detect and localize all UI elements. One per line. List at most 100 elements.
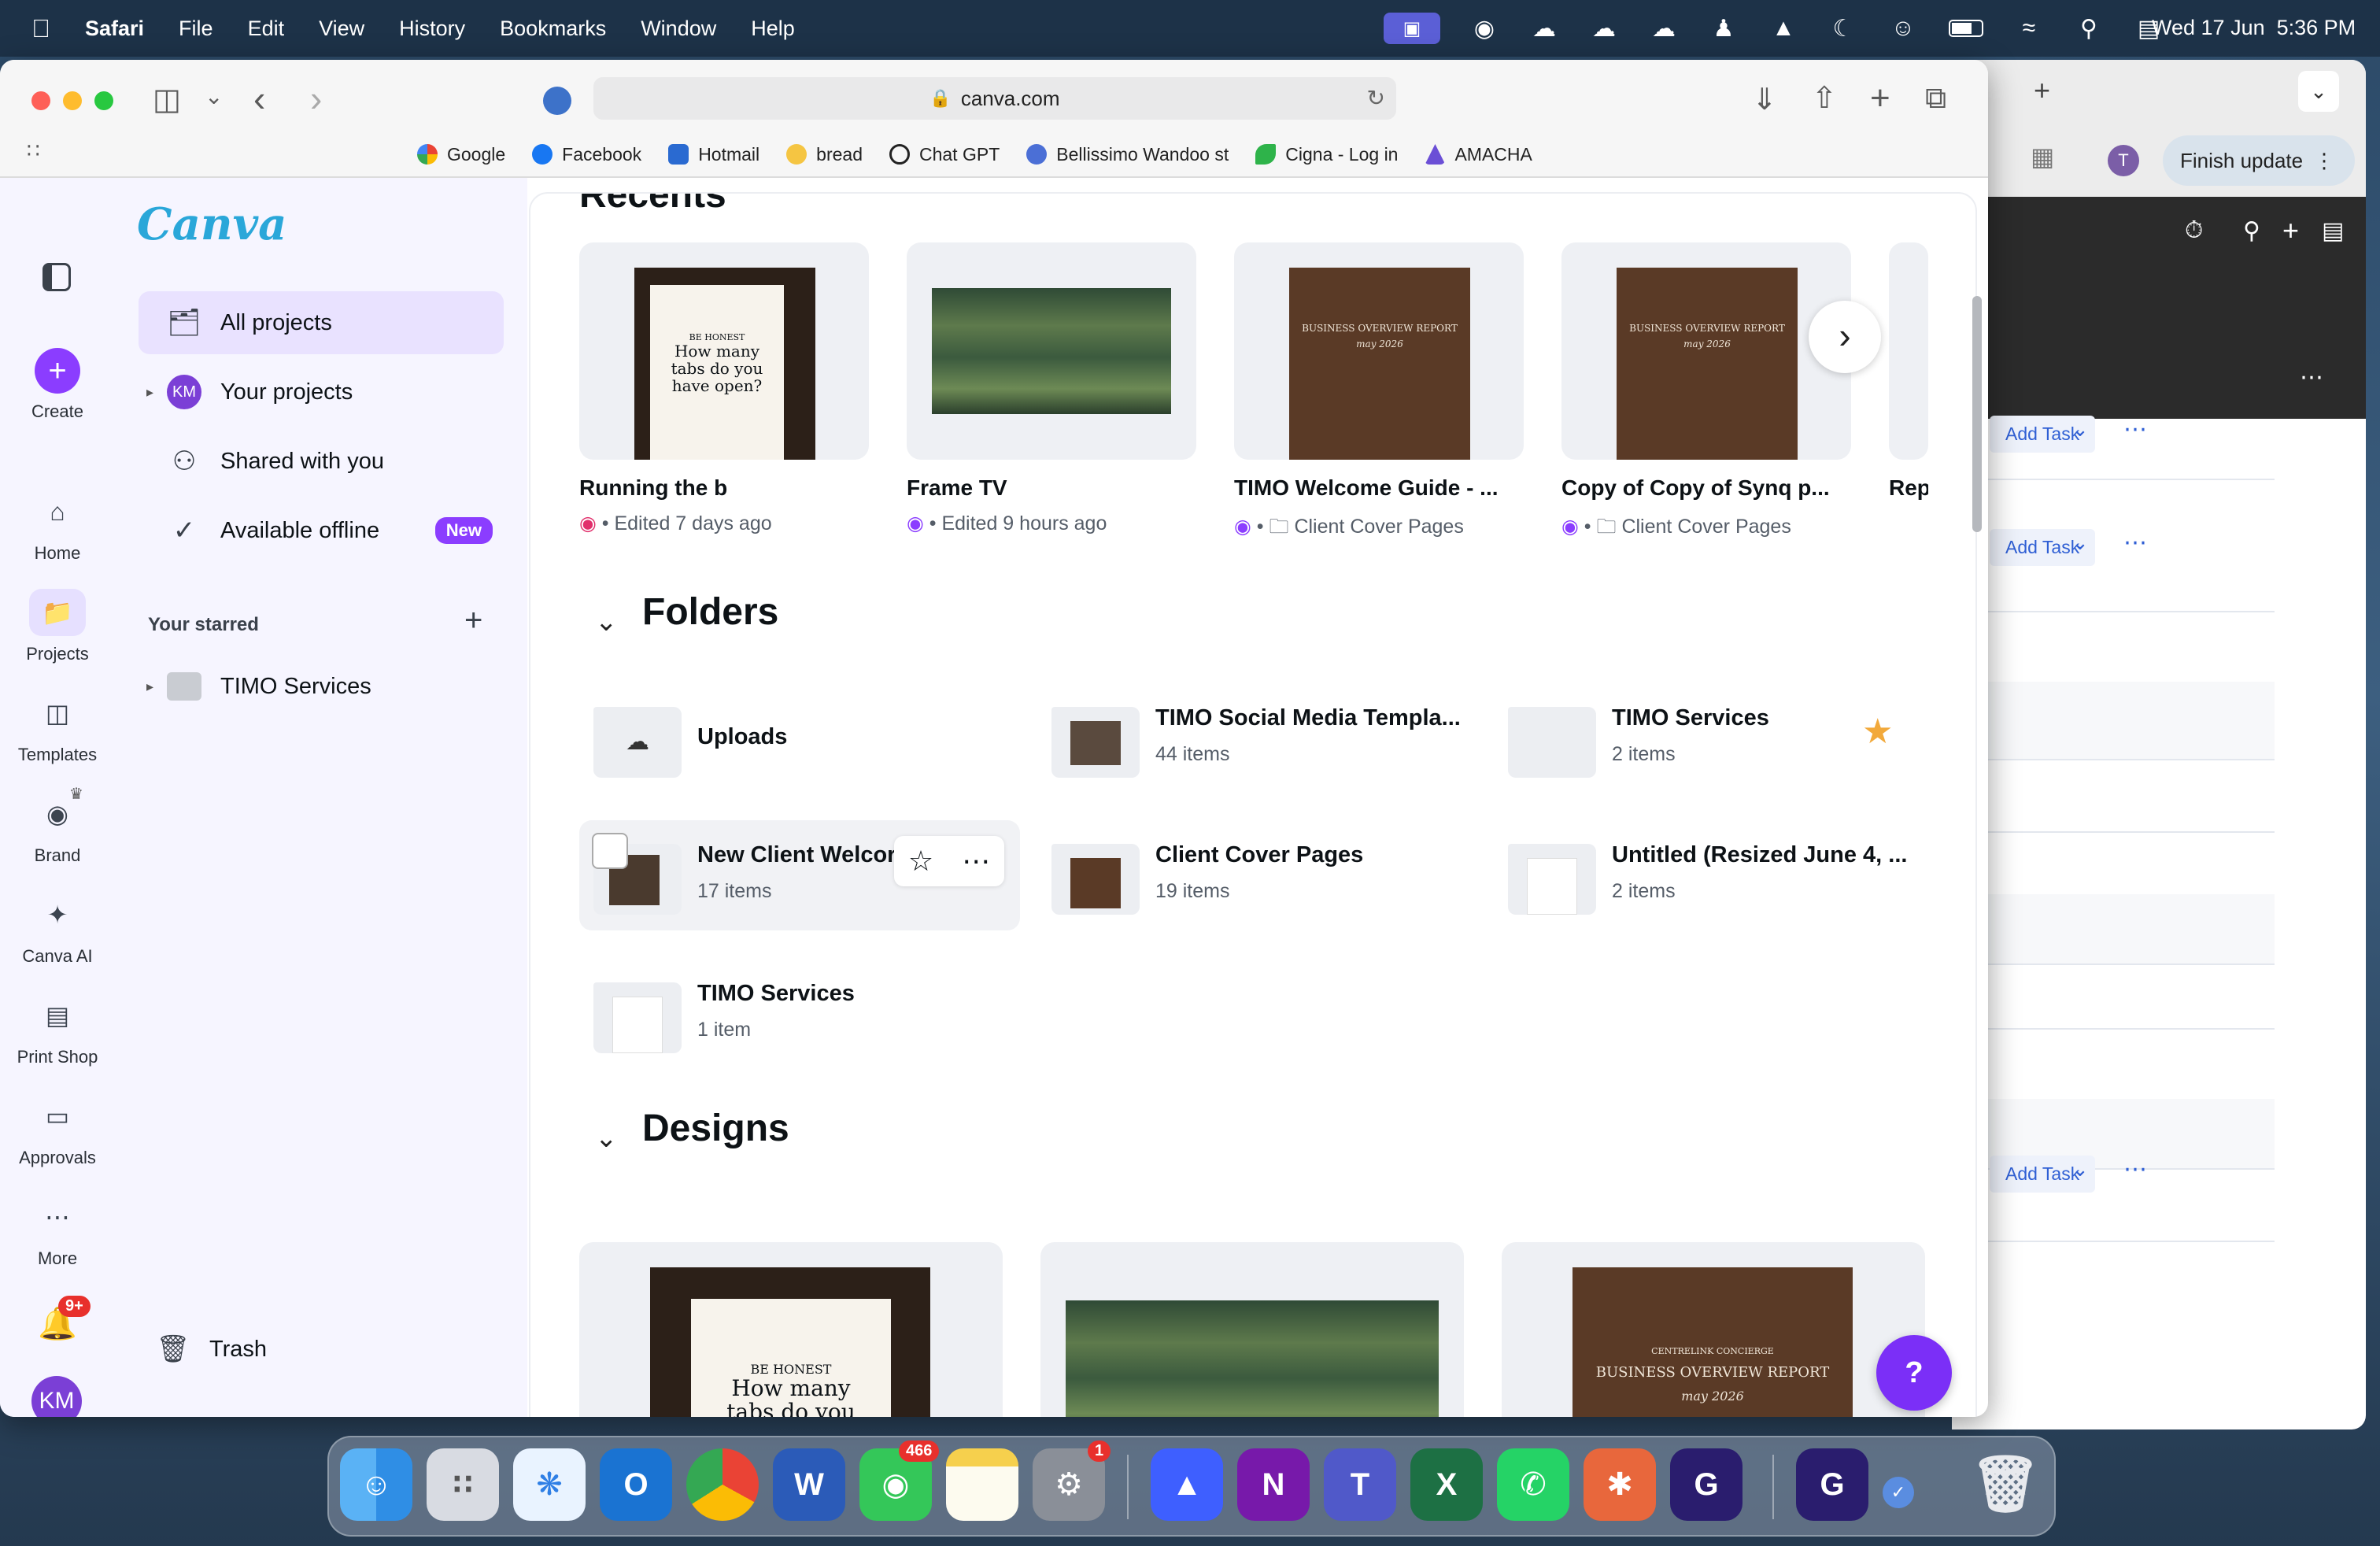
- expand-arrow-icon[interactable]: ▸: [146, 679, 153, 695]
- collapse-designs-icon[interactable]: ⌄: [595, 1123, 618, 1154]
- notes-icon[interactable]: [946, 1448, 1018, 1521]
- teams-status-icon[interactable]: ♟: [1708, 13, 1739, 44]
- folder-item[interactable]: Client Cover Pages 19 items: [1037, 820, 1478, 930]
- row-more-icon[interactable]: ⋯: [2123, 1156, 2147, 1183]
- recent-card[interactable]: BUSINESS OVERVIEW REPORT may 2026: [1561, 242, 1851, 460]
- recent-card[interactable]: BE HONEST How many tabs do you have open…: [579, 242, 869, 460]
- apple-icon[interactable]: : [31, 14, 50, 43]
- rail-canva-ai[interactable]: ✦ Canva AI: [0, 891, 115, 967]
- recent-card[interactable]: [907, 242, 1196, 460]
- canva-logo[interactable]: Canva: [137, 198, 286, 250]
- zoom-window-button[interactable]: [94, 91, 113, 110]
- folder-item[interactable]: TIMO Services 2 items ★: [1494, 683, 1935, 793]
- folder-item[interactable]: ☁ Uploads: [579, 683, 1020, 793]
- bookmark-google[interactable]: Google: [417, 144, 505, 165]
- new-tab-icon[interactable]: +: [1870, 79, 1890, 118]
- claude-icon[interactable]: ✱: [1584, 1448, 1656, 1521]
- teams-icon[interactable]: T: [1324, 1448, 1396, 1521]
- menu-file[interactable]: File: [179, 17, 213, 41]
- spotlight-icon[interactable]: ⚲: [2073, 13, 2105, 44]
- star-filled-icon[interactable]: ★: [1862, 712, 1893, 752]
- bookmark-bread[interactable]: bread: [786, 144, 863, 165]
- cloud-check-icon[interactable]: ☁: [1588, 13, 1620, 44]
- bg-tabs-chevron-icon[interactable]: ⌄: [2298, 71, 2339, 112]
- favorites-grid-icon[interactable]: ∷: [27, 139, 40, 163]
- help-button[interactable]: ?: [1876, 1335, 1952, 1411]
- safari-icon[interactable]: ❋: [513, 1448, 586, 1521]
- moon-icon[interactable]: ☾: [1828, 13, 1859, 44]
- finder-icon[interactable]: ☺: [340, 1448, 412, 1521]
- rail-print-shop[interactable]: ▤ Print Shop: [0, 992, 115, 1067]
- sidebar-offline[interactable]: ✓ Available offline New: [139, 499, 504, 562]
- bookmark-amacha[interactable]: AMACHA: [1425, 144, 1532, 165]
- battery-icon[interactable]: [1947, 13, 1985, 44]
- grammarly-icon[interactable]: G: [1670, 1448, 1743, 1521]
- nordvpn-icon[interactable]: ▲: [1768, 13, 1799, 44]
- select-checkbox[interactable]: [592, 833, 628, 869]
- downloads-icon[interactable]: ⇓: [1752, 82, 1777, 117]
- menu-bookmarks[interactable]: Bookmarks: [500, 17, 606, 41]
- menu-help[interactable]: Help: [751, 17, 795, 41]
- bookmark-hotmail[interactable]: Hotmail: [668, 144, 759, 165]
- menu-app-name[interactable]: Safari: [85, 17, 144, 41]
- design-card[interactable]: BE HONEST How many tabs do you have open…: [579, 1242, 1003, 1417]
- address-bar[interactable]: 🔒 canva.com ↻: [593, 77, 1396, 120]
- record-icon[interactable]: ◉: [1469, 13, 1500, 44]
- close-window-button[interactable]: [31, 91, 50, 110]
- recent-card[interactable]: [1889, 242, 1928, 460]
- folder-item[interactable]: TIMO Services 1 item: [579, 959, 1020, 1069]
- bg-more-icon[interactable]: ⋯: [2300, 364, 2323, 391]
- folder-item[interactable]: TIMO Social Media Templa... 44 items: [1037, 683, 1478, 793]
- sidebar-toggle-icon[interactable]: ◫: [153, 82, 181, 117]
- menu-history[interactable]: History: [399, 17, 465, 41]
- menu-edit[interactable]: Edit: [248, 17, 285, 41]
- folder-item[interactable]: New Client Welcor 17 items ☆ ⋯: [579, 820, 1020, 930]
- rail-projects[interactable]: 📁 Projects: [0, 589, 115, 664]
- recent-title[interactable]: TIMO Welcome Guide - ...: [1234, 475, 1499, 501]
- tab-overview-icon[interactable]: ⧉: [1925, 82, 1946, 116]
- trash-icon[interactable]: 🗑: [1969, 1448, 2042, 1521]
- folder-item[interactable]: Untitled (Resized June 4, ... 2 items: [1494, 820, 1935, 930]
- screen-share-icon[interactable]: ▣: [1384, 13, 1440, 44]
- recents-next-button[interactable]: ›: [1809, 301, 1881, 373]
- recent-title[interactable]: Copy of Copy of Synq p...: [1561, 475, 1830, 501]
- rail-templates[interactable]: ◫ Templates: [0, 690, 115, 765]
- bg-avatar[interactable]: T: [2108, 145, 2139, 176]
- sidebar-starred-timo[interactable]: ▸ TIMO Services: [139, 655, 504, 718]
- outlook-icon[interactable]: O: [600, 1448, 672, 1521]
- user-circle-icon[interactable]: ☺: [1887, 13, 1919, 44]
- sidebar-all-projects[interactable]: 🗂 All projects: [139, 291, 504, 354]
- share-icon[interactable]: ⇧: [1812, 80, 1837, 116]
- bg-extension-icon[interactable]: ▦: [2031, 142, 2054, 172]
- privacy-report-icon[interactable]: [543, 87, 571, 115]
- cloud-sync-icon[interactable]: ☁: [1528, 13, 1560, 44]
- row-more-icon[interactable]: ⋯: [2123, 529, 2147, 557]
- word-icon[interactable]: W: [773, 1448, 845, 1521]
- rail-brand[interactable]: ◉ Brand ♛: [0, 786, 115, 866]
- menu-view[interactable]: View: [319, 17, 364, 41]
- sidebar-trash[interactable]: 🗑 Trash: [139, 1318, 504, 1381]
- recent-card[interactable]: BUSINESS OVERVIEW REPORT may 2026: [1234, 242, 1524, 460]
- bookmark-chatgpt[interactable]: Chat GPT: [889, 144, 1000, 165]
- bg-timer-icon[interactable]: ⏱: [2185, 217, 2203, 244]
- chevron-down-icon[interactable]: ⌄: [205, 83, 223, 109]
- back-icon[interactable]: ‹: [253, 77, 265, 120]
- grammarly-window-icon[interactable]: G: [1796, 1448, 1868, 1521]
- recent-title[interactable]: Frame TV: [907, 475, 1007, 501]
- bg-search-icon[interactable]: ⚲: [2243, 217, 2260, 245]
- rail-more[interactable]: ⋯ More: [0, 1193, 115, 1269]
- bg-add-icon[interactable]: +: [2282, 214, 2299, 247]
- nordvpn-icon[interactable]: ▲: [1151, 1448, 1223, 1521]
- rail-home[interactable]: ⌂ Home: [0, 488, 115, 564]
- bookmark-bellissimo[interactable]: Bellissimo Wandoo st: [1026, 144, 1229, 165]
- more-options-icon[interactable]: ⋯: [962, 845, 990, 878]
- wifi-icon[interactable]: ≈: [2013, 13, 2045, 44]
- row-more-icon[interactable]: ⋯: [2123, 416, 2147, 443]
- account-avatar[interactable]: KM: [31, 1376, 82, 1417]
- collapse-folders-icon[interactable]: ⌄: [595, 606, 618, 638]
- sidebar-your-projects[interactable]: ▸ KM Your projects: [139, 361, 504, 423]
- menu-window[interactable]: Window: [641, 17, 716, 41]
- scrollbar-thumb[interactable]: [1972, 296, 1982, 532]
- cloud-icon[interactable]: ☁: [1648, 13, 1680, 44]
- forward-icon[interactable]: ›: [310, 77, 322, 120]
